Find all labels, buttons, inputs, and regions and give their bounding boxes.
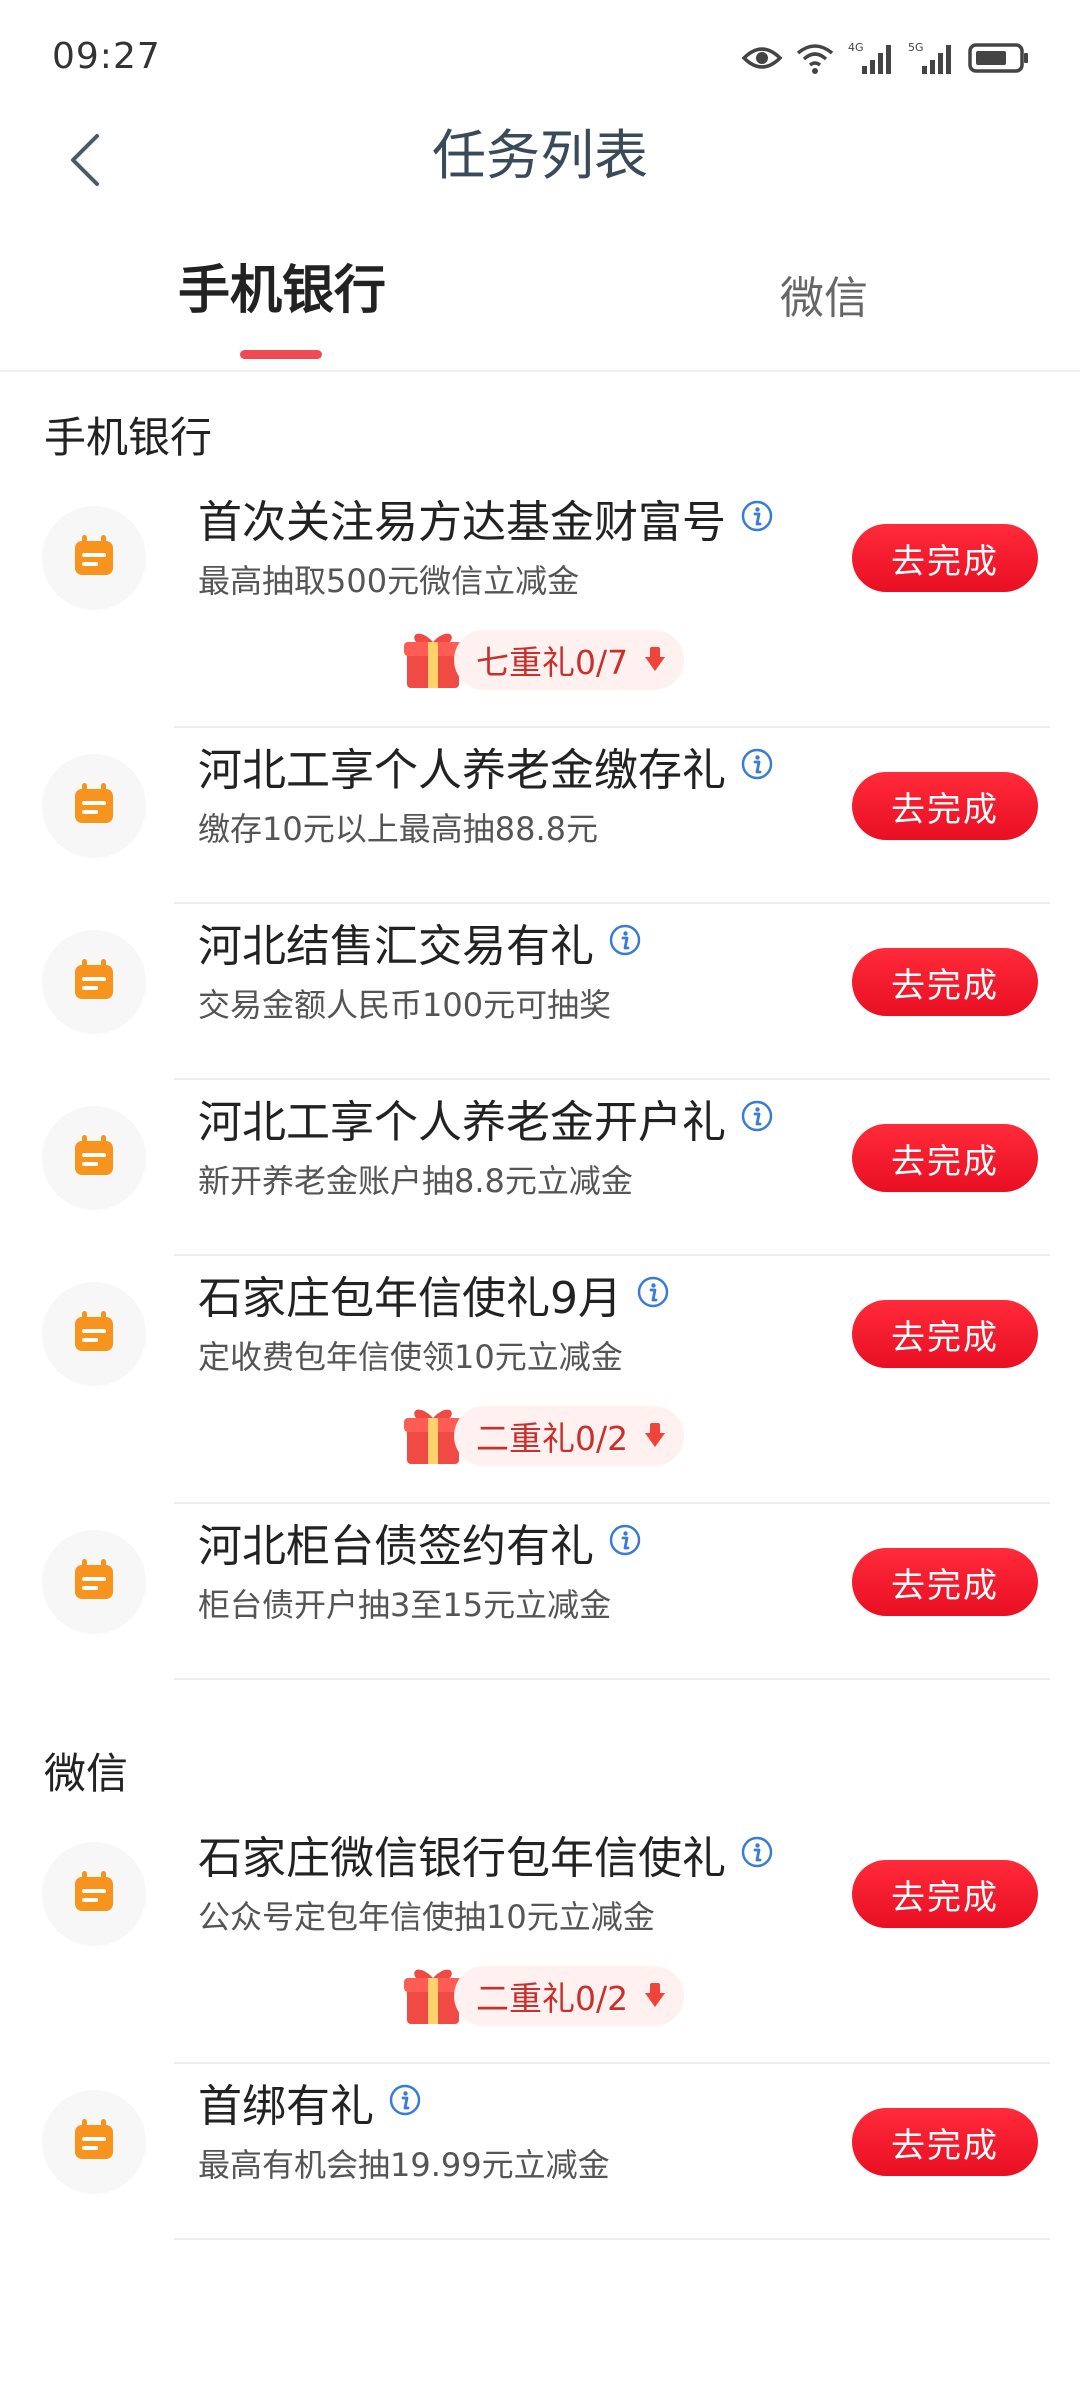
task-title-text: 首次关注易方达基金财富号 [198, 497, 726, 548]
task-title: 首绑有礼 [198, 2070, 422, 2134]
task-title: 首次关注易方达基金财富号 [198, 486, 774, 550]
wifi-icon [796, 44, 834, 74]
signal-4g-icon: 4G [848, 41, 891, 74]
tab-mobile-banking[interactable]: 手机银行 [178, 256, 386, 326]
task-icon [42, 1106, 146, 1210]
gift-progress[interactable]: 二重礼0/2 [402, 1964, 685, 2028]
task-icon [42, 1282, 146, 1386]
complete-button[interactable]: 去完成 [852, 1124, 1038, 1192]
info-icon[interactable] [740, 741, 774, 792]
status-time: 09:27 [52, 36, 161, 77]
task-item: 河北结售汇交易有礼交易金额人民币100元可抽奖 去完成 [0, 904, 1080, 1080]
task-title: 河北结售汇交易有礼 [198, 910, 642, 974]
task-title-text: 河北柜台债签约有礼 [198, 1521, 594, 1572]
gift-progress-label: 二重礼0/2 [476, 1419, 629, 1458]
complete-button[interactable]: 去完成 [852, 1300, 1038, 1368]
info-icon[interactable] [740, 1093, 774, 1144]
calendar-icon [71, 1557, 117, 1607]
gift-progress-pill: 七重礼0/7 [454, 630, 685, 690]
info-icon[interactable] [740, 493, 774, 544]
info-icon[interactable] [608, 917, 642, 968]
task-title: 石家庄包年信使礼9月 [198, 1262, 670, 1326]
task-title-text: 河北工享个人养老金缴存礼 [198, 745, 726, 796]
task-title: 河北工享个人养老金开户礼 [198, 1086, 774, 1150]
task-title-text: 河北结售汇交易有礼 [198, 921, 594, 972]
task-title-text: 石家庄微信银行包年信使礼 [198, 1833, 726, 1884]
gift-progress-pill: 二重礼0/2 [454, 1406, 685, 1466]
section-title: 微信 [44, 1749, 129, 1798]
task-title-text: 首绑有礼 [198, 2081, 374, 2132]
status-icons: 4G 5G [742, 38, 1030, 78]
info-icon[interactable] [608, 1517, 642, 1568]
task-icon [42, 506, 146, 610]
task-icon [42, 1842, 146, 1946]
info-icon[interactable] [388, 2077, 422, 2128]
gift-progress[interactable]: 七重礼0/7 [402, 628, 685, 692]
calendar-icon [71, 957, 117, 1007]
gift-progress-label: 七重礼0/7 [476, 643, 629, 682]
calendar-icon [71, 1869, 117, 1919]
svg-text:5G: 5G [908, 41, 924, 54]
calendar-icon [71, 1133, 117, 1183]
task-item: 首绑有礼最高有机会抽19.99元立减金 去完成 [0, 2064, 1080, 2240]
task-subtitle: 新开养老金账户抽8.8元立减金 [198, 1162, 633, 1200]
svg-text:4G: 4G [848, 41, 864, 54]
gift-progress-pill: 二重礼0/2 [454, 1966, 685, 2026]
task-item: 河北工享个人养老金缴存礼缴存10元以上最高抽88.8元 去完成 [0, 728, 1080, 904]
task-subtitle: 缴存10元以上最高抽88.8元 [198, 810, 598, 848]
complete-button[interactable]: 去完成 [852, 1860, 1038, 1928]
eye-icon [742, 47, 782, 69]
task-title-text: 河北工享个人养老金开户礼 [198, 1097, 726, 1148]
task-title-text: 石家庄包年信使礼9月 [198, 1273, 622, 1324]
info-icon[interactable] [636, 1269, 670, 1320]
gift-progress-label: 二重礼0/2 [476, 1979, 629, 2018]
battery-icon [968, 43, 1028, 73]
arrow-down-icon [644, 1977, 666, 2016]
calendar-icon [71, 533, 117, 583]
arrow-down-icon [644, 641, 666, 680]
active-tab-indicator [240, 350, 322, 359]
task-item: 石家庄微信银行包年信使礼公众号定包年信使抽10元立减金 去完成二重礼0/2 [0, 1816, 1080, 2064]
task-item: 河北工享个人养老金开户礼新开养老金账户抽8.8元立减金 去完成 [0, 1080, 1080, 1256]
status-bar: 09:27 4G 5G [0, 0, 1080, 120]
divider [174, 2238, 1050, 2240]
tab-wechat[interactable]: 微信 [780, 264, 868, 334]
task-subtitle: 最高有机会抽19.99元立减金 [198, 2146, 610, 2184]
task-subtitle: 交易金额人民币100元可抽奖 [198, 986, 612, 1024]
task-item: 河北柜台债签约有礼柜台债开户抽3至15元立减金 去完成 [0, 1504, 1080, 1680]
divider [174, 1678, 1050, 1680]
task-icon [42, 930, 146, 1034]
tab-bar: 手机银行 微信 [0, 230, 1080, 372]
page-title: 任务列表 [432, 124, 648, 187]
calendar-icon [71, 1309, 117, 1359]
task-icon [42, 754, 146, 858]
complete-button[interactable]: 去完成 [852, 948, 1038, 1016]
task-title: 河北柜台债签约有礼 [198, 1510, 642, 1574]
complete-button[interactable]: 去完成 [852, 772, 1038, 840]
gift-progress[interactable]: 二重礼0/2 [402, 1404, 685, 1468]
task-subtitle: 公众号定包年信使抽10元立减金 [198, 1898, 655, 1936]
calendar-icon [71, 781, 117, 831]
section-title: 手机银行 [44, 413, 213, 462]
task-title: 河北工享个人养老金缴存礼 [198, 734, 774, 798]
task-title: 石家庄微信银行包年信使礼 [198, 1822, 774, 1886]
signal-5g-icon: 5G [908, 41, 951, 74]
task-icon [42, 2090, 146, 2194]
complete-button[interactable]: 去完成 [852, 524, 1038, 592]
arrow-down-icon [644, 1417, 666, 1456]
task-subtitle: 定收费包年信使领10元立减金 [198, 1338, 623, 1376]
complete-button[interactable]: 去完成 [852, 1548, 1038, 1616]
task-item: 首次关注易方达基金财富号最高抽取500元微信立减金 去完成七重礼0/7 [0, 480, 1080, 728]
complete-button[interactable]: 去完成 [852, 2108, 1038, 2176]
task-subtitle: 最高抽取500元微信立减金 [198, 562, 580, 600]
calendar-icon [71, 2117, 117, 2167]
info-icon[interactable] [740, 1829, 774, 1880]
task-icon [42, 1530, 146, 1634]
task-subtitle: 柜台债开户抽3至15元立减金 [198, 1586, 612, 1624]
task-item: 石家庄包年信使礼9月定收费包年信使领10元立减金 去完成二重礼0/2 [0, 1256, 1080, 1504]
